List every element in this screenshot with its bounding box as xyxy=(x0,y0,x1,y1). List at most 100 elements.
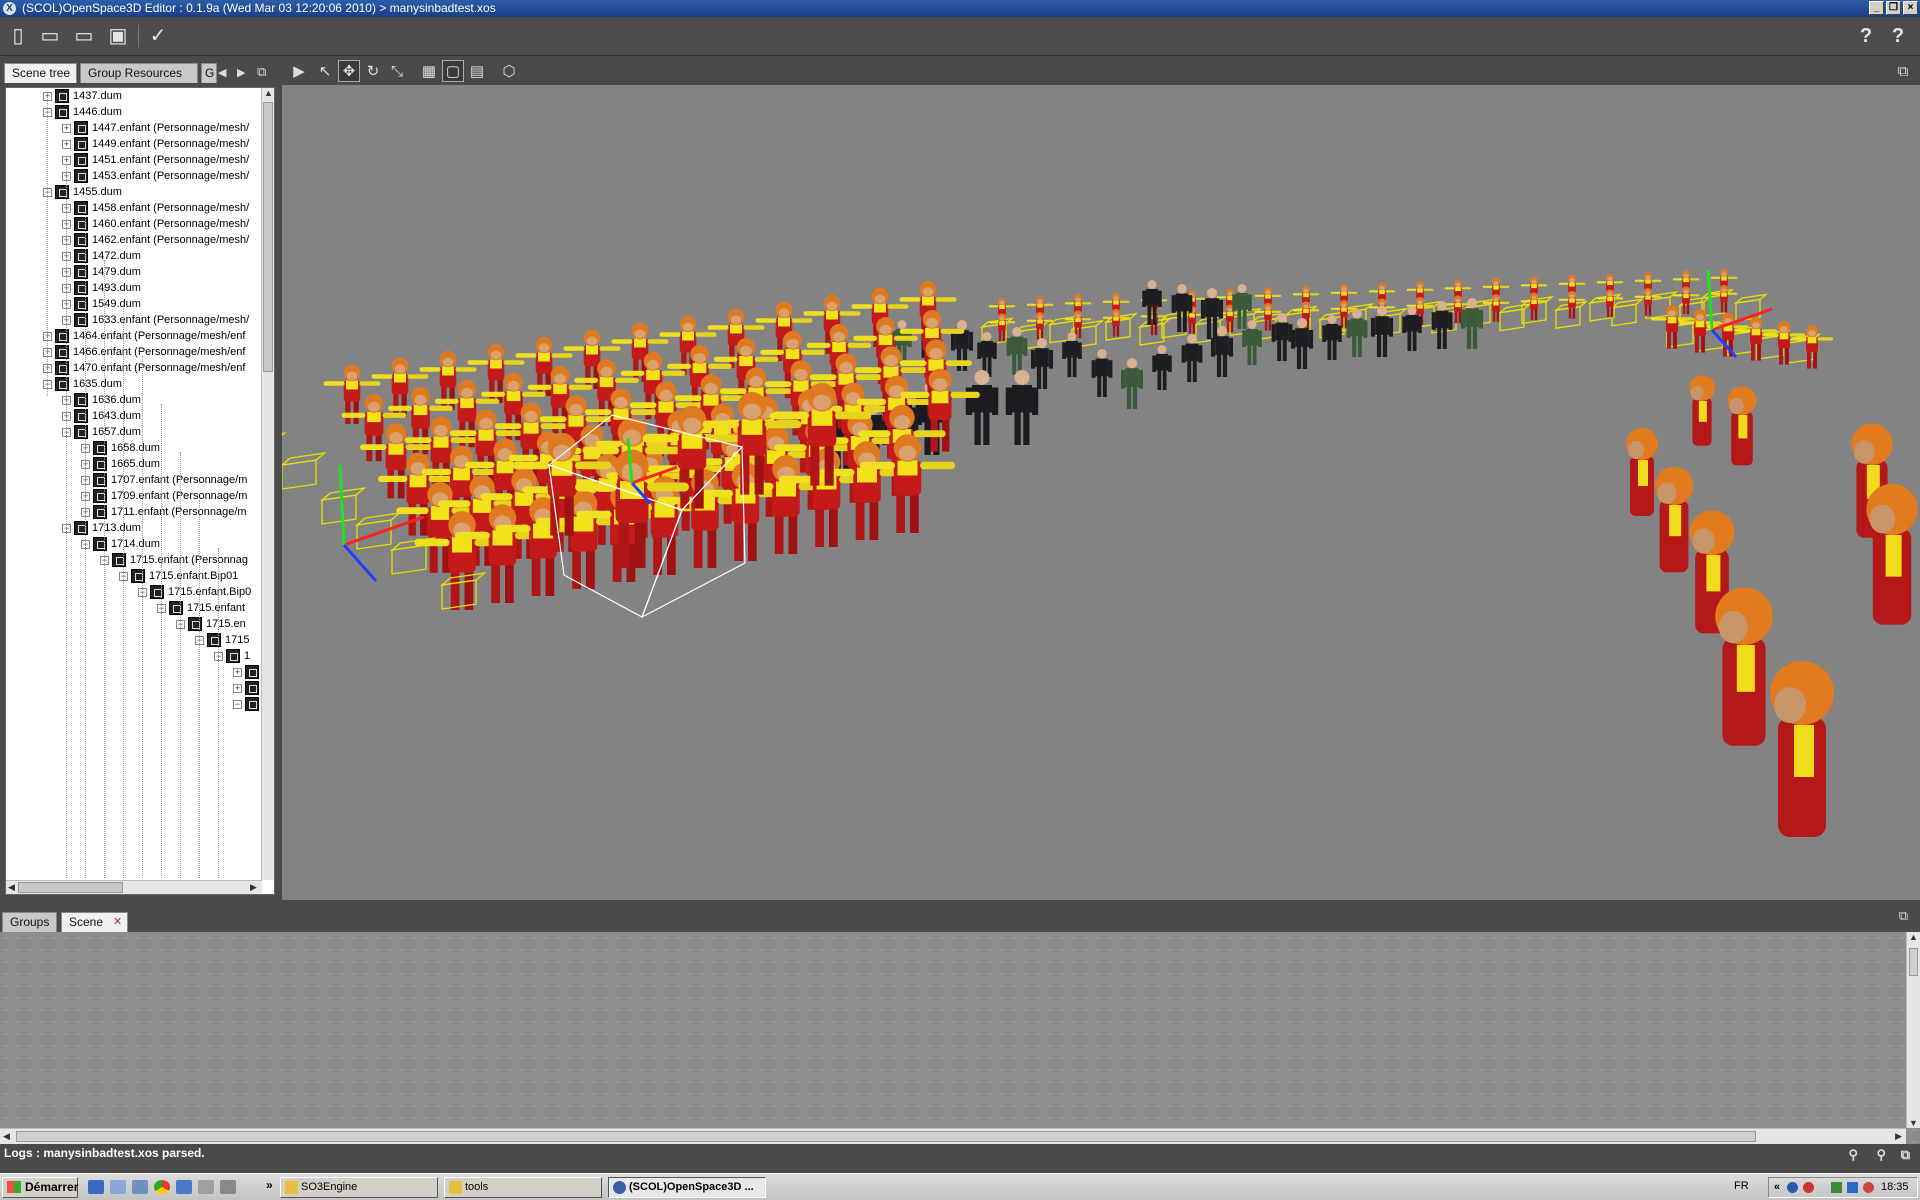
quicklaunch-explorer-icon[interactable] xyxy=(110,1180,126,1194)
undock-scene-icon[interactable]: ⧉ xyxy=(1899,908,1908,924)
new-file-icon[interactable]: ▯ xyxy=(6,24,30,48)
bottom-panel: Groups Scene ✕ ⧉ ▲ ▼ ◀ ▶ xyxy=(0,900,1920,1145)
node-icon xyxy=(55,89,69,103)
character-face xyxy=(682,417,702,434)
close-button[interactable]: × xyxy=(1903,1,1918,15)
expand-icon[interactable]: + xyxy=(62,140,71,149)
character-arm xyxy=(1761,329,1777,333)
bounding-box-icon[interactable]: ▢ xyxy=(442,60,464,82)
quicklaunch-search-icon[interactable] xyxy=(198,1180,214,1194)
undock-icon[interactable]: ⧉ xyxy=(257,64,266,80)
scroll-up-icon[interactable]: ▲ xyxy=(264,88,273,98)
character-leg xyxy=(1382,331,1388,357)
scene-vertical-scrollbar[interactable]: ▲ ▼ xyxy=(1906,932,1920,1128)
tab-scroll-left-icon[interactable]: ◀ xyxy=(218,66,226,79)
scrollbar-thumb[interactable] xyxy=(18,882,123,893)
character-arm xyxy=(860,461,895,470)
character-leg xyxy=(1237,306,1242,329)
help-icon[interactable]: ? xyxy=(1854,24,1878,48)
scrollbar-thumb[interactable] xyxy=(1909,948,1918,976)
expand-icon[interactable]: + xyxy=(62,124,71,133)
play-icon[interactable]: ▶ xyxy=(288,60,310,82)
wireframe-icon[interactable]: ▤ xyxy=(466,60,488,82)
tray-network-icon[interactable] xyxy=(1847,1182,1858,1193)
tree-node-label: 1633.enfant (Personnage/mesh/ xyxy=(92,314,250,326)
character-arm xyxy=(1005,321,1016,324)
tray-usb-icon[interactable] xyxy=(1831,1182,1842,1193)
character-head xyxy=(1187,334,1197,344)
open-folder-icon[interactable]: ▭ xyxy=(38,24,62,48)
grid-icon[interactable]: ▦ xyxy=(418,60,440,82)
tray-scol-icon[interactable] xyxy=(1787,1182,1798,1193)
character-leg xyxy=(734,518,743,561)
character-arm xyxy=(480,493,513,501)
tray-warning-icon[interactable] xyxy=(1863,1182,1874,1193)
log-clear-icon[interactable]: ⚲ xyxy=(1876,1147,1886,1163)
tab-scene-tree[interactable]: Scene tree xyxy=(4,63,77,83)
task-openspace3d[interactable]: (SCOL)OpenSpace3D ... xyxy=(608,1177,766,1198)
log-lock-icon[interactable]: ⚲ xyxy=(1848,1147,1858,1163)
select-pointer-icon[interactable]: ↖ xyxy=(314,60,336,82)
tray-antivirus-icon[interactable] xyxy=(1803,1182,1814,1193)
language-indicator[interactable]: FR xyxy=(1734,1180,1749,1192)
quicklaunch-chevron-icon[interactable]: » xyxy=(266,1178,273,1192)
scene-tree[interactable]: +1437.dum −1446.dum +1447.enfant (Personna… xyxy=(5,87,275,895)
scale-tool-icon[interactable]: ⤡ xyxy=(386,60,408,82)
3d-viewport[interactable] xyxy=(282,85,1920,900)
undock-viewport-icon[interactable]: ⧉ xyxy=(1892,60,1914,82)
character-arm xyxy=(584,409,612,415)
character-face xyxy=(742,403,762,420)
character-face xyxy=(926,317,938,328)
close-tab-icon[interactable]: ✕ xyxy=(113,913,122,932)
scol-icon xyxy=(613,1181,626,1194)
undock-logs-icon[interactable]: ⧉ xyxy=(1901,1147,1910,1163)
plugin-tool-icon[interactable]: ✓ xyxy=(146,24,170,48)
character-leg xyxy=(1332,337,1337,360)
tree-vertical-scrollbar[interactable]: ▲ xyxy=(261,88,274,880)
character-arm xyxy=(899,297,921,302)
scene-horizontal-scrollbar[interactable]: ◀ ▶ xyxy=(0,1128,1906,1144)
restore-button[interactable]: ❐ xyxy=(1886,1,1901,15)
minimize-button[interactable]: _ xyxy=(1869,1,1884,15)
clock[interactable]: 18:35 xyxy=(1881,1178,1909,1197)
scroll-left-icon[interactable]: ◀ xyxy=(8,882,15,893)
task-tools[interactable]: tools xyxy=(444,1177,602,1198)
character-leg xyxy=(1277,337,1282,361)
tray-expand-icon[interactable]: « xyxy=(1774,1178,1780,1197)
character-arm xyxy=(1005,305,1016,308)
scene-graph-canvas[interactable] xyxy=(0,932,1920,1144)
quicklaunch-network-icon[interactable] xyxy=(176,1180,192,1194)
move-tool-icon[interactable]: ✥ xyxy=(338,60,360,82)
chrome-icon[interactable] xyxy=(154,1180,170,1194)
start-button[interactable]: Démarrer xyxy=(2,1177,78,1198)
tab-scroll-right-icon[interactable]: ▶ xyxy=(237,66,245,79)
scroll-right-icon[interactable]: ▶ xyxy=(1895,1131,1902,1142)
task-so3engine[interactable]: SO3Engine xyxy=(280,1177,438,1198)
tab-overflow[interactable]: G xyxy=(201,63,217,83)
character-shirt xyxy=(1303,292,1309,298)
camera-settings-icon[interactable]: ⬡ xyxy=(498,60,520,82)
expand-icon[interactable]: + xyxy=(233,668,242,677)
tab-groups[interactable]: Groups xyxy=(2,912,58,932)
scroll-left-icon[interactable]: ◀ xyxy=(3,1131,10,1142)
character-leg xyxy=(1357,333,1362,357)
scrollbar-thumb[interactable] xyxy=(16,1131,1756,1142)
expand-icon[interactable]: + xyxy=(233,684,242,693)
scroll-right-icon[interactable]: ▶ xyxy=(250,882,257,893)
save-icon[interactable]: ▣ xyxy=(106,24,130,48)
rotate-tool-icon[interactable]: ↻ xyxy=(362,60,384,82)
tab-scene[interactable]: Scene ✕ xyxy=(61,912,129,932)
quicklaunch-window-icon[interactable] xyxy=(132,1180,148,1194)
scroll-up-icon[interactable]: ▲ xyxy=(1909,932,1918,942)
add-folder-icon[interactable]: ▭ xyxy=(72,24,96,48)
character-face xyxy=(1455,298,1461,303)
quicklaunch-tool-icon[interactable] xyxy=(220,1180,236,1194)
collapse-icon[interactable]: − xyxy=(233,700,242,709)
scroll-down-icon[interactable]: ▼ xyxy=(1909,1118,1918,1128)
tree-horizontal-scrollbar[interactable]: ◀ ▶ xyxy=(6,880,262,894)
3d-scene[interactable] xyxy=(282,85,1920,900)
tab-group-resources[interactable]: Group Resources xyxy=(80,63,198,83)
scrollbar-thumb[interactable] xyxy=(263,102,273,372)
show-desktop-icon[interactable] xyxy=(88,1180,104,1194)
user-help-icon[interactable]: ? xyxy=(1886,24,1910,48)
